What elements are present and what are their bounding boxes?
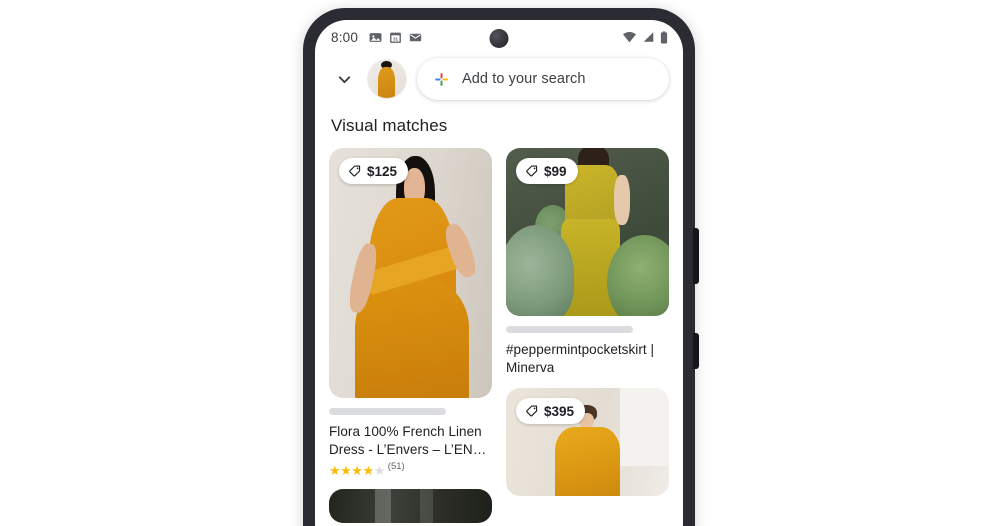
product-image[interactable]: $99 <box>506 148 669 316</box>
status-clock: 8:00 <box>331 29 359 45</box>
lens-search-header: Add to your search <box>315 54 683 108</box>
result-card-dark-partial[interactable] <box>329 489 492 523</box>
chevron-down-icon <box>338 75 350 83</box>
collapse-panel-button[interactable] <box>329 64 359 94</box>
price-tag-icon <box>526 165 538 177</box>
title-placeholder-bar <box>506 326 634 333</box>
title-placeholder-bar <box>329 408 447 415</box>
wifi-icon <box>623 31 636 43</box>
calendar-icon: 31 <box>390 32 401 43</box>
results-column-left: $125 Flora 100% French Linen Dress - L’E… <box>329 148 492 523</box>
cellular-signal-icon <box>643 32 654 42</box>
screenshot-stage: 8:00 31 Add to your search Visual matche… <box>0 0 1000 526</box>
rating-row: ★★★★★ (51) <box>329 461 492 478</box>
status-bar-system-icons <box>622 20 668 54</box>
page-title: Visual matches <box>331 116 448 135</box>
visual-matches-panel: Visual matches $125 Flora 100% French Li… <box>315 108 683 523</box>
rating-count: (51) <box>387 461 405 472</box>
photos-icon <box>369 32 382 42</box>
query-image-thumbnail[interactable] <box>367 59 407 99</box>
results-masonry-grid: $125 Flora 100% French Linen Dress - L’E… <box>329 148 669 523</box>
gmail-icon <box>409 33 422 41</box>
price-badge: $395 <box>516 398 586 424</box>
result-card-yellow-midi[interactable]: $395 <box>506 388 669 496</box>
price-label: $395 <box>544 403 575 419</box>
product-title: Flora 100% French Linen Dress - L’Envers… <box>329 424 487 457</box>
google-plus-icon <box>435 72 448 86</box>
price-badge: $125 <box>339 158 409 184</box>
price-tag-icon <box>349 165 361 177</box>
phone-screen: 8:00 31 Add to your search Visual matche… <box>315 20 683 526</box>
add-to-search-label: Add to your search <box>462 71 586 87</box>
price-tag-icon <box>526 405 538 417</box>
front-camera-punch-hole <box>489 29 509 48</box>
status-bar-notification-icons: 31 <box>369 31 422 44</box>
battery-icon <box>660 30 668 43</box>
volume-button[interactable] <box>693 228 699 284</box>
price-label: $125 <box>367 163 398 179</box>
avatar-image <box>368 60 406 98</box>
results-column-right: $99 #peppermintpocketskirt | Minerva $39… <box>506 148 669 523</box>
price-badge: $99 <box>516 158 578 184</box>
star-rating: ★★★★★ <box>329 463 385 478</box>
product-title: #peppermintpocketskirt | Minerva <box>506 342 655 375</box>
product-image[interactable] <box>329 489 492 523</box>
product-image[interactable]: $395 <box>506 388 669 496</box>
status-bar: 8:00 31 <box>315 20 683 54</box>
result-card-peppermint-skirt[interactable]: $99 #peppermintpocketskirt | Minerva <box>506 148 669 376</box>
svg-text:31: 31 <box>393 36 399 41</box>
result-card-flora-dress[interactable]: $125 Flora 100% French Linen Dress - L’E… <box>329 148 492 477</box>
power-button[interactable] <box>693 333 699 369</box>
product-image[interactable]: $125 <box>329 148 492 398</box>
add-to-search-button[interactable]: Add to your search <box>417 58 669 100</box>
phone-device-frame: 8:00 31 Add to your search Visual matche… <box>303 8 699 526</box>
price-label: $99 <box>544 163 567 179</box>
